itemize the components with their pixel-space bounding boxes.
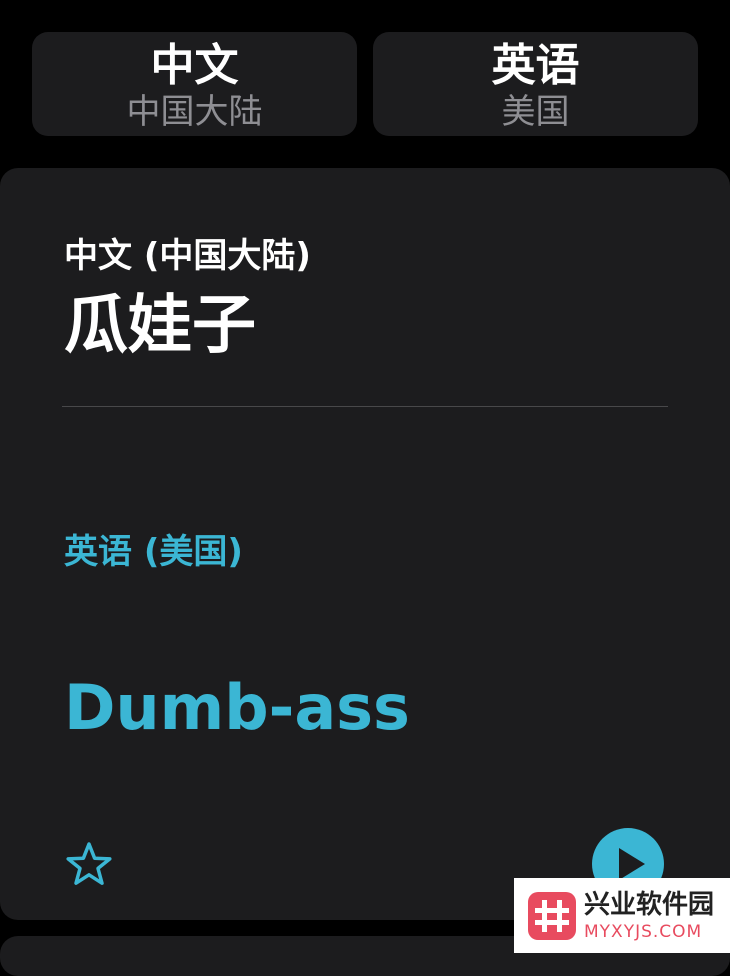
source-language-button[interactable]: 中文 中国大陆: [32, 32, 357, 136]
target-language-label: 英语 (美国): [64, 532, 243, 572]
favorite-button[interactable]: [64, 840, 114, 890]
translated-text: Dumb-ass: [64, 671, 410, 744]
target-language-name: 英语: [491, 40, 580, 91]
source-language-region: 中国大陆: [126, 92, 263, 132]
watermark-subtitle: MYXYJS.COM: [584, 922, 703, 942]
translation-card: 中文 (中国大陆) 瓜娃子 英语 (美国) Dumb-ass: [0, 168, 730, 920]
source-language-label: 中文 (中国大陆): [64, 236, 311, 276]
watermark-logo-icon: [528, 892, 576, 940]
source-text: 瓜娃子: [64, 289, 256, 363]
source-language-name: 中文: [150, 40, 239, 91]
divider: [62, 406, 668, 407]
star-outline-icon: [66, 842, 112, 885]
watermark-title: 兴业软件园: [584, 890, 715, 920]
target-language-button[interactable]: 英语 美国: [373, 32, 698, 136]
target-language-region: 美国: [501, 92, 570, 132]
watermark: 兴业软件园 MYXYJS.COM: [514, 878, 730, 953]
